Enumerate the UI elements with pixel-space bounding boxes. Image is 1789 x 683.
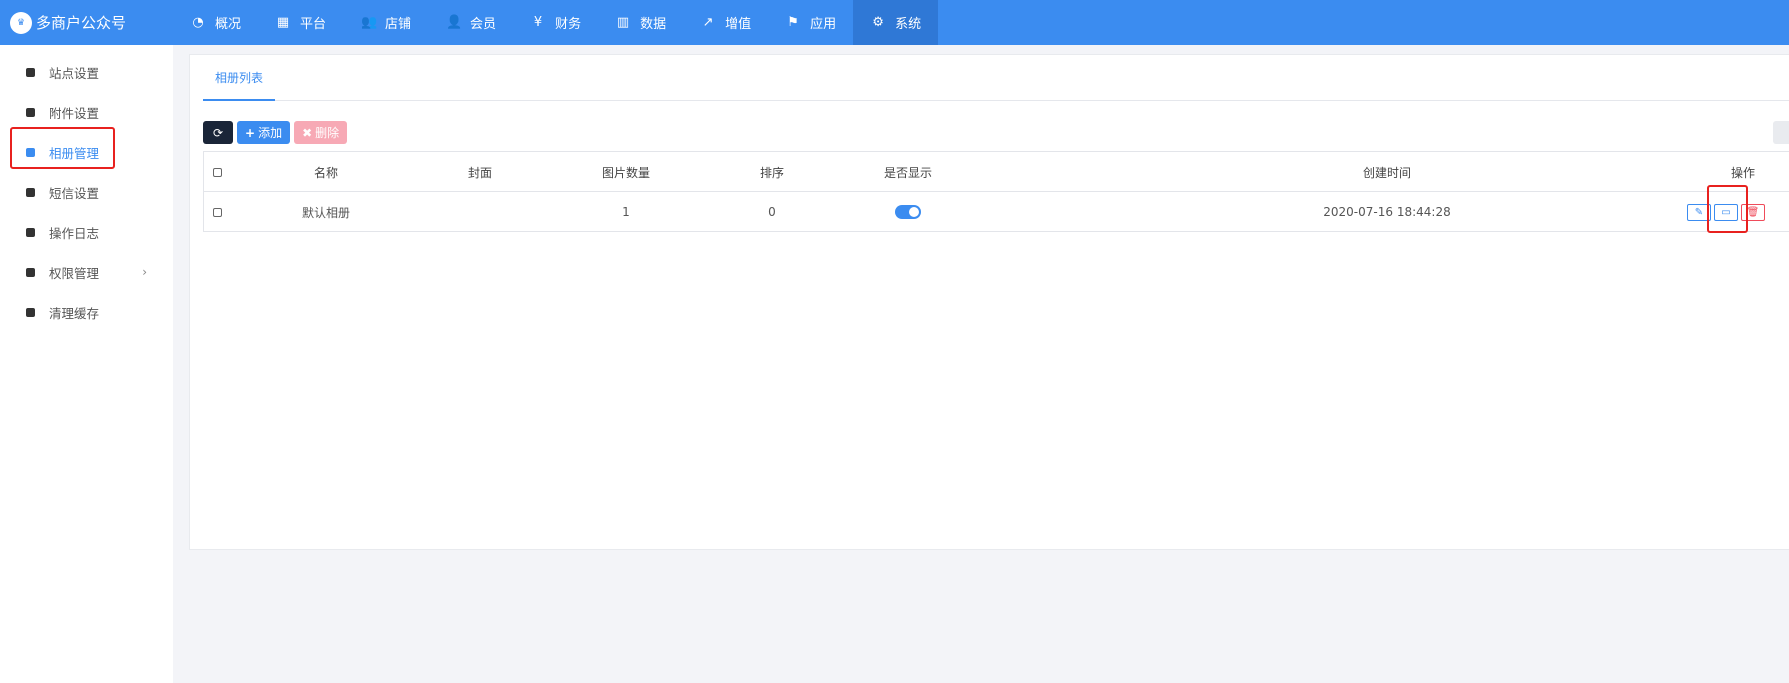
- topnav-label: 系统: [895, 17, 922, 32]
- log-icon: [26, 227, 35, 237]
- highlight-box-sidebar: [10, 127, 115, 169]
- delete-button[interactable]: ✖ 删除: [294, 121, 348, 144]
- sidebar-item-label: 权限管理: [49, 265, 100, 281]
- add-button-label: 添加: [258, 126, 283, 140]
- crown-logo-icon: ♛: [10, 11, 32, 34]
- tab-album-list[interactable]: 相册列表: [203, 55, 276, 101]
- bar-chart-icon: ▥: [616, 15, 630, 30]
- album-created-at: 2020-07-16 18:44:28: [1323, 205, 1451, 219]
- top-bar: ♛ 多商户公众号 ◔ 概况 ▦ 平台 👥 店铺 👤 会员 ¥ 财务 ▥ 数据 ↗: [0, 0, 1789, 45]
- sidebar-item-label: 操作日志: [49, 225, 100, 241]
- brand[interactable]: ♛ 多商户公众号: [0, 0, 173, 45]
- topnav-label: 应用: [810, 17, 837, 32]
- chevron-right-icon: ›: [142, 265, 147, 279]
- sidebar-item-attachment-settings[interactable]: 附件设置: [0, 92, 173, 132]
- folder-icon: [26, 107, 35, 117]
- yen-icon: ¥: [533, 15, 543, 30]
- album-name: 默认相册: [301, 205, 350, 220]
- search-toggle-button[interactable]: [1773, 121, 1789, 144]
- visible-toggle[interactable]: [895, 205, 921, 219]
- sidebar-item-clear-cache[interactable]: 清理缓存: [0, 292, 173, 332]
- visible-toggle-cell: [858, 192, 958, 232]
- table-row: 默认相册 1 0 2020-07-16 18:44:28 ✎ ▭ 🗑: [204, 192, 1789, 232]
- column-header-created-at: 创建时间: [1362, 165, 1411, 180]
- topnav-label: 增值: [725, 17, 752, 32]
- permission-icon: [26, 267, 35, 277]
- dashboard-icon: ◔: [192, 15, 204, 30]
- cache-icon: [26, 307, 35, 317]
- plus-icon: +: [245, 125, 256, 140]
- topnav-label: 财务: [555, 17, 582, 32]
- topnav-label: 数据: [640, 17, 667, 32]
- refresh-icon: ⟳: [212, 125, 224, 140]
- brand-title: 多商户公众号: [36, 14, 127, 32]
- sidebar-item-operation-log[interactable]: 操作日志: [0, 212, 173, 252]
- topnav-item-value-added[interactable]: ↗ 增值: [683, 0, 768, 45]
- sidebar-item-site-settings[interactable]: 站点设置: [0, 52, 173, 92]
- album-cover: [430, 192, 530, 232]
- trash-icon: 🗑: [1746, 206, 1760, 218]
- highlight-box-action: [1707, 185, 1748, 233]
- user-add-icon: 👤: [446, 15, 463, 30]
- sidebar-item-label: 短信设置: [49, 185, 100, 201]
- column-header-sort: 排序: [759, 165, 784, 180]
- album-table: 名称 封面 图片数量 排序 是否显示 创建时间 操作 默认相册 1 0 2020…: [203, 151, 1789, 232]
- top-nav: ◔ 概况 ▦ 平台 👥 店铺 👤 会员 ¥ 财务 ▥ 数据 ↗ 增值 ⚑ 应用 …: [173, 0, 939, 45]
- topnav-item-overview[interactable]: ◔ 概况: [173, 0, 258, 45]
- gear-icon: ⚙: [872, 15, 884, 30]
- column-header-image-count: 图片数量: [601, 165, 650, 180]
- grid-icon: ▦: [276, 15, 290, 30]
- topnav-item-platform[interactable]: ▦ 平台: [258, 0, 343, 45]
- topnav-label: 概况: [215, 17, 242, 32]
- topnav-label: 会员: [470, 17, 497, 32]
- topnav-item-finance[interactable]: ¥ 财务: [513, 0, 598, 45]
- eye-icon: [26, 67, 35, 77]
- sidebar-item-sms-settings[interactable]: 短信设置: [0, 172, 173, 212]
- pencil-icon: ✎: [1694, 206, 1704, 218]
- toolbar: ⟳ + 添加 ✖ 删除: [203, 121, 348, 144]
- topnav-item-system[interactable]: ⚙ 系统: [853, 0, 939, 45]
- topnav-label: 平台: [300, 17, 327, 32]
- topnav-label: 店铺: [385, 17, 412, 32]
- topnav-item-members[interactable]: 👤 会员: [428, 0, 513, 45]
- flag-icon: ⚑: [787, 15, 799, 30]
- line-chart-icon: ↗: [702, 15, 714, 30]
- album-image-count: 1: [622, 205, 630, 219]
- topnav-item-apps[interactable]: ⚑ 应用: [768, 0, 853, 45]
- message-icon: [26, 187, 35, 197]
- checkbox-box: [212, 167, 222, 177]
- sidebar-item-label: 站点设置: [49, 65, 100, 81]
- sidebar-item-label: 附件设置: [49, 105, 100, 121]
- column-header-name: 名称: [313, 165, 338, 180]
- users-icon: 👥: [361, 15, 378, 30]
- sidebar-item-label: 清理缓存: [49, 305, 100, 321]
- delete-button-label: 删除: [315, 126, 340, 140]
- row-checkbox[interactable]: [204, 192, 230, 232]
- sidebar-item-permissions[interactable]: 权限管理 ›: [0, 252, 173, 292]
- refresh-button[interactable]: ⟳: [203, 121, 233, 144]
- tab-bar: 相册列表: [203, 55, 1789, 101]
- close-icon: ✖: [302, 125, 313, 140]
- topnav-item-stores[interactable]: 👥 店铺: [343, 0, 428, 45]
- column-header-visible: 是否显示: [883, 165, 932, 180]
- select-all-checkbox[interactable]: [204, 152, 230, 192]
- album-sort: 0: [768, 205, 776, 219]
- column-header-cover: 封面: [467, 165, 492, 180]
- table-header-row: 名称 封面 图片数量 排序 是否显示 创建时间 操作: [204, 152, 1789, 192]
- main-panel: 相册列表 ⟳ + 添加 ✖ 删除 名称 封面 图片数量 排序 是否显示 创建时间…: [189, 54, 1789, 550]
- add-button[interactable]: + 添加: [237, 121, 291, 144]
- topnav-item-data[interactable]: ▥ 数据: [598, 0, 683, 45]
- checkbox-box: [212, 207, 222, 217]
